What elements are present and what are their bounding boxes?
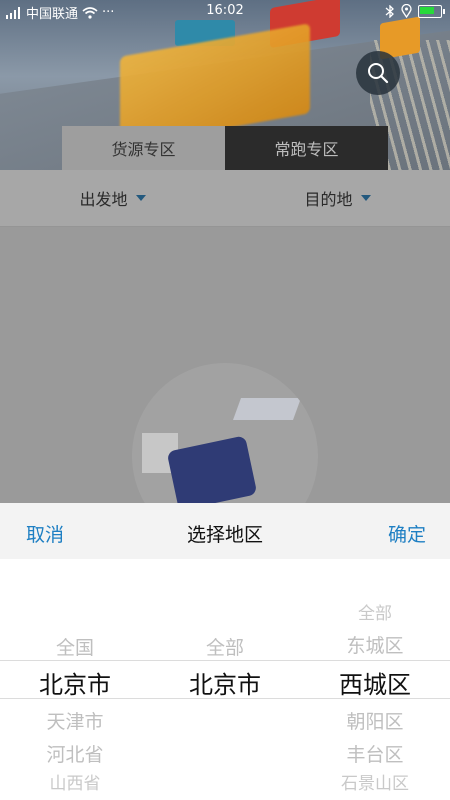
wheel-option[interactable]: 丰台区 <box>300 740 450 767</box>
bluetooth-icon <box>385 4 394 18</box>
wheel-option[interactable]: 石景山区 <box>300 769 450 794</box>
filter-bar: 出发地 目的地 <box>0 170 450 227</box>
caret-down-icon <box>135 195 146 201</box>
region-picker-sheet: 取消 选择地区 确定 全国 北京市 天津市 河北省 山西省 全部 北京市 全部 … <box>0 503 450 800</box>
origin-filter[interactable]: 出发地 <box>0 170 225 226</box>
destination-label: 目的地 <box>304 190 353 209</box>
wheel-option[interactable]: 东城区 <box>300 631 450 658</box>
battery-icon <box>418 4 445 18</box>
wheel-option-selected[interactable]: 北京市 <box>150 665 300 700</box>
search-icon <box>368 63 389 84</box>
search-button[interactable] <box>356 51 400 95</box>
wheel-option[interactable]: 全国 <box>0 633 150 660</box>
district-wheel[interactable]: 全部 东城区 西城区 朝阳区 丰台区 石景山区 <box>300 559 450 800</box>
zone-tabs: 货源专区 常跑专区 <box>62 126 388 170</box>
wheel-option[interactable]: 山西省 <box>0 769 150 794</box>
picker-title: 选择地区 <box>186 524 263 546</box>
province-wheel[interactable]: 全国 北京市 天津市 河北省 山西省 <box>0 559 150 800</box>
wheel-option[interactable]: 朝阳区 <box>300 707 450 734</box>
tab-cargo-zone[interactable]: 货源专区 <box>62 126 225 170</box>
illustration-shape <box>166 435 258 511</box>
wheel-option[interactable]: 全部 <box>300 599 450 624</box>
location-icon <box>401 4 412 18</box>
wheel-option-selected[interactable]: 西城区 <box>300 665 450 700</box>
city-wheel[interactable]: 全部 北京市 <box>150 559 300 800</box>
status-right <box>385 4 445 18</box>
origin-label: 出发地 <box>79 190 128 209</box>
confirm-button[interactable]: 确定 <box>388 520 426 547</box>
illustration-shape <box>232 398 302 420</box>
tab-regular-route-zone[interactable]: 常跑专区 <box>225 126 388 170</box>
caret-down-icon <box>360 195 371 201</box>
wheel-option[interactable]: 河北省 <box>0 740 150 767</box>
status-bar: 中国联通 ··· 16:02 <box>0 0 450 24</box>
wheel-option-selected[interactable]: 北京市 <box>0 665 150 700</box>
wheel-option[interactable]: 天津市 <box>0 707 150 734</box>
status-time: 16:02 <box>206 3 244 18</box>
wheel-option[interactable]: 全部 <box>150 633 300 660</box>
destination-filter[interactable]: 目的地 <box>225 170 450 226</box>
picker-header: 取消 选择地区 确定 <box>0 503 450 559</box>
